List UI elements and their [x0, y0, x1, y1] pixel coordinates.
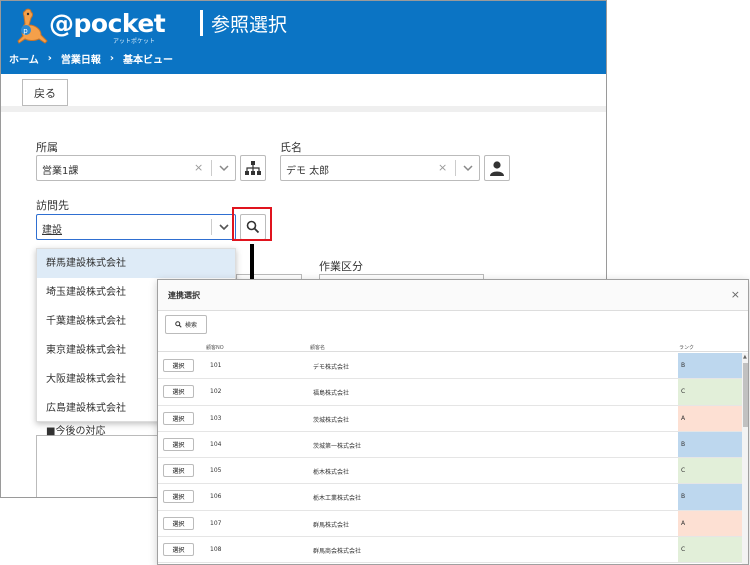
- chevron-down-icon[interactable]: [218, 160, 230, 176]
- modal-title: 連携選択: [168, 291, 200, 300]
- customer-name: 群馬商会株式会社: [313, 548, 362, 556]
- breadcrumb-home[interactable]: ホーム: [9, 51, 39, 66]
- name-select[interactable]: デモ 太郎 ×: [280, 155, 480, 181]
- customer-name: 栃木株式会社: [313, 469, 350, 477]
- future-action-label: ■今後の対応: [46, 426, 106, 437]
- breadcrumb-daily-report[interactable]: 営業日報: [61, 51, 101, 66]
- customer-no: 108: [210, 546, 222, 554]
- customer-table: 選択 101 デモ株式会社 B 選択 102 福島株式会社 C 選択 103 茨城株式会社 A 選択 10…: [158, 353, 742, 564]
- table-row: 選択 103 茨城株式会社 A: [158, 405, 742, 432]
- affiliation-select[interactable]: 営業1課 ×: [36, 155, 236, 181]
- customer-rank: C: [678, 379, 742, 405]
- customer-rank: B: [678, 431, 742, 458]
- customer-name: 群馬株式会社: [313, 521, 350, 529]
- customer-name: 福島株式会社: [313, 390, 350, 398]
- customer-no: 106: [210, 493, 222, 501]
- customer-no: 104: [210, 440, 222, 448]
- table-row: 選択 101 デモ株式会社 B: [158, 353, 742, 380]
- scroll-thumb[interactable]: [743, 363, 748, 427]
- table-header: 顧客NO 顧客名 ランク: [158, 342, 748, 352]
- person-icon: [490, 160, 504, 176]
- select-divider: [211, 219, 212, 235]
- highlight-box: [232, 207, 272, 241]
- breadcrumb: ホーム › 営業日報 › 基本ビュー: [9, 51, 173, 66]
- customer-no: 102: [210, 388, 222, 396]
- back-button[interactable]: 戻る: [22, 79, 68, 106]
- modal-search-button[interactable]: 検索: [165, 315, 207, 334]
- breadcrumb-separator: ›: [47, 53, 52, 64]
- customer-rank: A: [678, 405, 742, 431]
- breadcrumb-separator: ›: [109, 53, 114, 64]
- logo-text: @pocket: [49, 9, 166, 38]
- scroll-up-icon[interactable]: ▲: [743, 354, 747, 360]
- customer-name: 栃木工業株式会社: [313, 495, 362, 503]
- customer-rank: B: [678, 484, 742, 510]
- search-icon: [175, 321, 182, 328]
- customer-rank: C: [678, 458, 742, 484]
- chevron-down-icon[interactable]: [218, 219, 230, 235]
- row-select-button[interactable]: 選択: [163, 359, 194, 372]
- chevron-down-icon[interactable]: [462, 160, 474, 176]
- row-select-button[interactable]: 選択: [163, 516, 194, 530]
- select-divider: [211, 160, 212, 176]
- customer-no: 103: [210, 414, 222, 422]
- customer-no: 107: [210, 519, 222, 527]
- select-divider: [455, 160, 456, 176]
- visit-label: 訪問先: [36, 199, 69, 212]
- customer-name: 茨城株式会社: [313, 416, 350, 424]
- toolbar: 戻る: [1, 74, 606, 112]
- logo-subtext: アットポケット: [113, 38, 156, 45]
- name-value: デモ 太郎: [286, 166, 330, 177]
- clear-icon[interactable]: ×: [438, 161, 447, 174]
- logo: p @pocket アットポケット: [9, 5, 166, 45]
- customer-rank: A: [678, 510, 742, 537]
- customer-name: デモ株式会社: [313, 364, 350, 371]
- table-row: 選択 102 福島株式会社 C: [158, 379, 742, 406]
- table-row: 選択 104 茨城第一株式会社 B: [158, 431, 742, 459]
- name-label: 氏名: [280, 141, 302, 154]
- customer-no: 105: [210, 467, 222, 475]
- customer-rank: B: [678, 353, 742, 379]
- org-chart-icon: [245, 161, 261, 175]
- row-select-button[interactable]: 選択: [163, 385, 194, 399]
- svg-text:p: p: [23, 27, 28, 35]
- work-type-label: 作業区分: [319, 260, 363, 273]
- page-title: 参照選択: [211, 14, 288, 36]
- table-row: 選択 106 栃木工業株式会社 B: [158, 484, 742, 511]
- dropdown-option[interactable]: 群馬建設株式会社: [37, 249, 235, 278]
- title-divider: [200, 10, 203, 36]
- visit-select[interactable]: 建設: [36, 214, 236, 240]
- row-select-button[interactable]: 選択: [163, 411, 194, 425]
- clear-icon[interactable]: ×: [194, 161, 203, 174]
- affiliation-label: 所属: [36, 141, 58, 154]
- row-select-button[interactable]: 選択: [163, 464, 194, 478]
- table-row: 選択 105 栃木株式会社 C: [158, 458, 742, 485]
- link-select-modal: 連携選択 × 検索 顧客NO 顧客名 ランク 選択 101 デモ株式会社 B 選択 102…: [157, 279, 749, 565]
- modal-header: 連携選択 ×: [158, 280, 748, 311]
- row-select-button[interactable]: 選択: [163, 437, 194, 451]
- column-customer-no[interactable]: 顧客NO: [206, 344, 224, 351]
- org-tree-button[interactable]: [240, 155, 266, 181]
- column-rank[interactable]: ランク: [679, 344, 694, 351]
- close-icon[interactable]: ×: [731, 288, 740, 301]
- affiliation-value: 営業1課: [42, 166, 79, 177]
- row-select-button[interactable]: 選択: [163, 490, 194, 504]
- kangaroo-logo-icon: p: [17, 8, 48, 44]
- stage: p @pocket アットポケット 参照選択 ホーム › 営業日報 › 基本ビュ…: [0, 0, 750, 565]
- table-row: 選択 108 群馬商会株式会社 C: [158, 537, 742, 564]
- table-row: 選択 107 群馬株式会社 A: [158, 510, 742, 538]
- column-customer-name[interactable]: 顧客名: [310, 344, 325, 351]
- search-button-label: 検索: [184, 323, 197, 329]
- person-select-button[interactable]: [484, 155, 510, 181]
- customer-no: 101: [210, 362, 222, 369]
- breadcrumb-basic-view: 基本ビュー: [122, 55, 173, 66]
- customer-name: 茨城第一株式会社: [313, 442, 362, 450]
- scrollbar[interactable]: ▲: [742, 353, 748, 564]
- customer-rank: C: [678, 537, 742, 563]
- row-select-button[interactable]: 選択: [163, 543, 194, 557]
- visit-input-value[interactable]: 建設: [42, 221, 62, 236]
- future-textarea[interactable]: [36, 435, 158, 497]
- app-header: p @pocket アットポケット 参照選択 ホーム › 営業日報 › 基本ビュ…: [1, 1, 606, 74]
